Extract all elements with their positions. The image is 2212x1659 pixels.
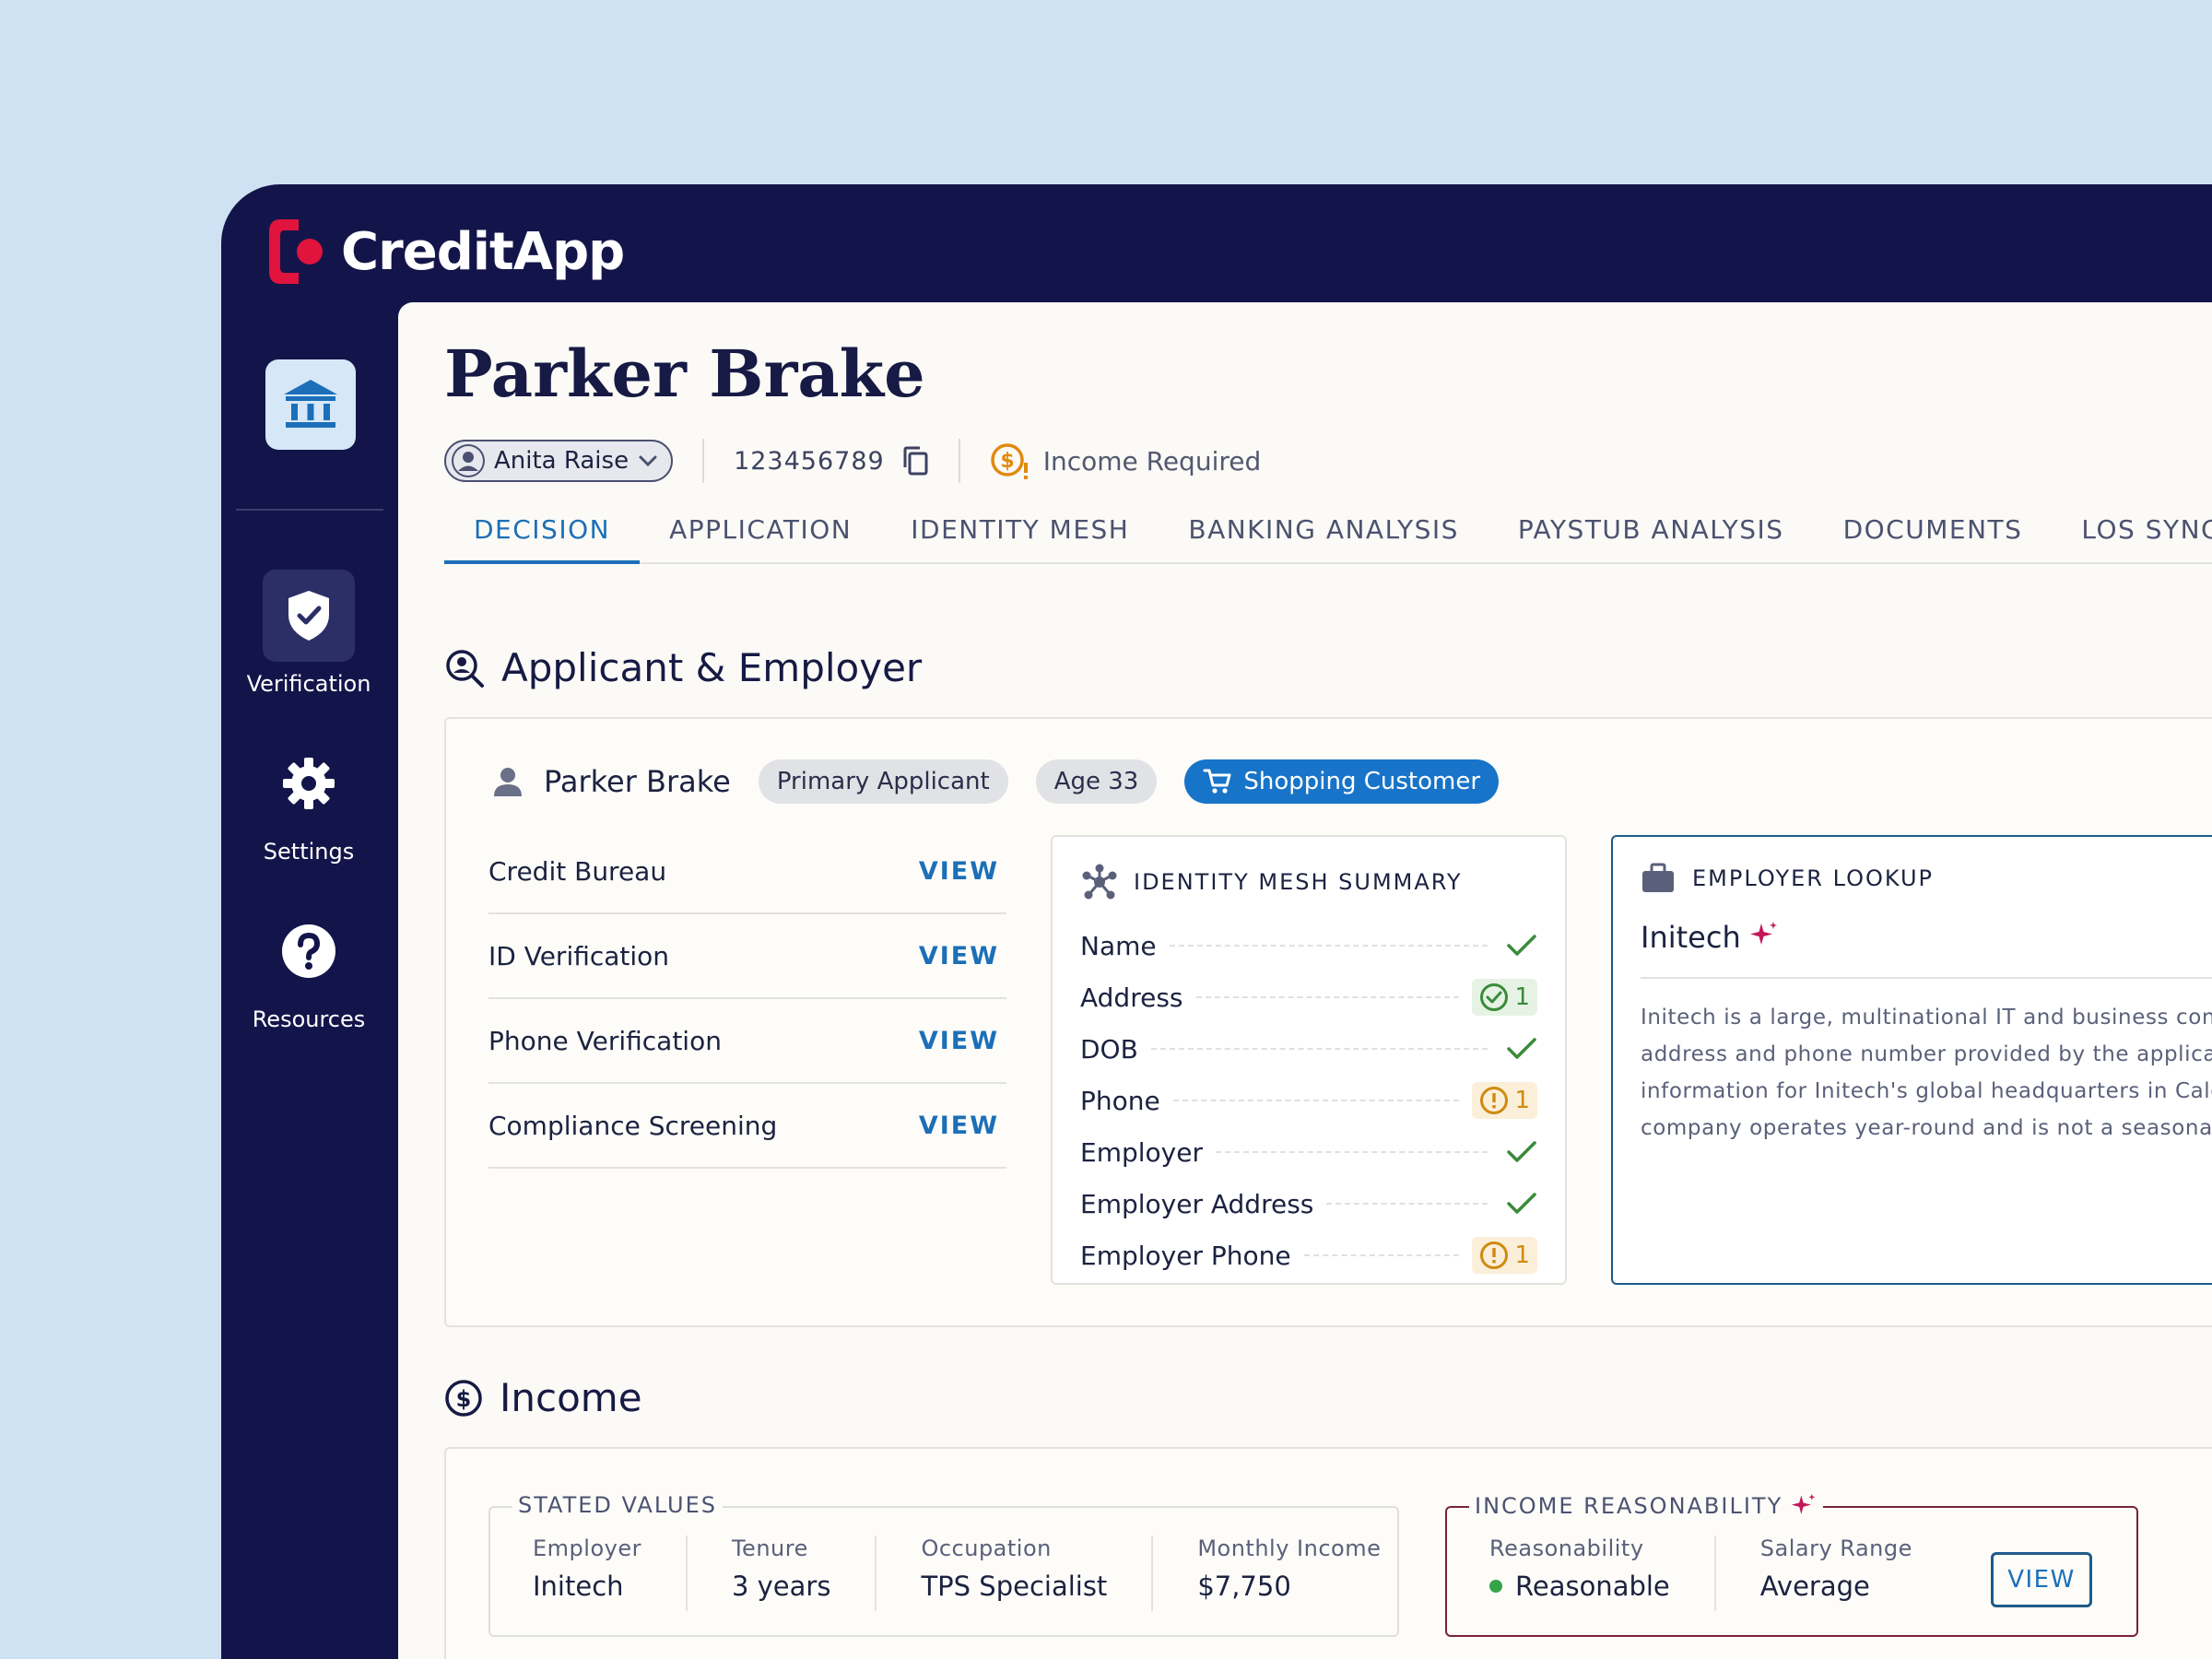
- tab-banking-analysis[interactable]: BANKING ANALYSIS: [1159, 509, 1488, 564]
- list-item: Address 1: [1080, 971, 1537, 1023]
- list-item: Employer Address: [1080, 1178, 1537, 1230]
- sidebar-item-label: Verification: [246, 671, 371, 697]
- list-item: Phone Verification VIEW: [488, 999, 1006, 1084]
- dollar-alert-icon: $: [990, 443, 1028, 479]
- view-id-verification-link[interactable]: VIEW: [919, 942, 1006, 971]
- stated-monthly-income: Monthly Income $7,750: [1197, 1535, 1382, 1602]
- brand-name: CreditApp: [341, 221, 625, 282]
- income-card: STATED VALUES Employer Initech Tenure 3 …: [444, 1447, 2212, 1659]
- sidebar-divider: [236, 509, 383, 511]
- assignee-dropdown[interactable]: Anita Raise: [444, 440, 674, 482]
- sidebar-item-settings[interactable]: Settings: [221, 737, 396, 865]
- sparkle-icon: [1792, 1493, 1816, 1514]
- list-item: Employer Phone 1: [1080, 1230, 1537, 1281]
- identity-mesh-rows: Name Address 1 DOB Phone 1 Employer Empl…: [1080, 920, 1537, 1281]
- assignee-name: Anita Raise: [494, 447, 629, 475]
- applicant-employer-card: Parker Brake Primary Applicant Age 33 Sh…: [444, 717, 2212, 1327]
- role-chip: Primary Applicant: [758, 759, 1008, 804]
- list-item: Employer: [1080, 1126, 1537, 1178]
- applicant-name: Parker Brake: [544, 764, 731, 799]
- alert-circle-icon: [1480, 1241, 1509, 1269]
- age-chip: Age 33: [1035, 759, 1158, 804]
- applicant-summary-row: Parker Brake Primary Applicant Age 33 Sh…: [492, 759, 1500, 804]
- account-number: 123456789: [734, 445, 929, 477]
- gear-icon: [283, 758, 335, 809]
- bank-icon: [284, 380, 337, 428]
- salary-range-value: Salary Range Average: [1759, 1535, 1912, 1602]
- help-icon: [282, 924, 335, 978]
- stated-tenure: Tenure 3 years: [688, 1535, 877, 1611]
- view-reasonability-button[interactable]: VIEW: [1991, 1552, 2092, 1607]
- briefcase-icon: [1642, 863, 1674, 892]
- stated-employer: Employer Initech: [490, 1535, 688, 1611]
- stated-values-group: STATED VALUES Employer Initech Tenure 3 …: [488, 1492, 1399, 1637]
- view-compliance-screening-link[interactable]: VIEW: [919, 1112, 1006, 1140]
- list-item: Credit Bureau VIEW: [488, 830, 1006, 914]
- list-item: ID Verification VIEW: [488, 914, 1006, 999]
- check-icon: [1507, 1141, 1536, 1162]
- list-item: DOB: [1080, 1023, 1537, 1075]
- check-circle-icon: [1480, 983, 1509, 1011]
- list-item: Compliance Screening VIEW: [488, 1084, 1006, 1169]
- section-heading-applicant: Applicant & Employer: [444, 645, 922, 690]
- cart-icon: [1203, 769, 1231, 794]
- alert-circle-icon: [1480, 1087, 1509, 1114]
- view-credit-bureau-link[interactable]: VIEW: [919, 857, 1006, 886]
- sidebar-item-resources[interactable]: Resources: [221, 905, 396, 1032]
- tab-bar: DECISION APPLICATION IDENTITY MESH BANKI…: [444, 509, 2212, 564]
- sidebar-item-label: Settings: [263, 839, 355, 865]
- identity-mesh-summary-card: IDENTITY MESH SUMMARY Name Address 1 DOB…: [1051, 835, 1567, 1285]
- list-item: Name: [1080, 920, 1537, 971]
- svg-text:$: $: [1000, 450, 1014, 473]
- employer-lookup-card: EMPLOYER LOOKUP Initech Initech is a lar…: [1611, 835, 2212, 1285]
- user-avatar-icon: [452, 444, 485, 477]
- sparkle-icon: [1749, 922, 1777, 945]
- income-reasonability-group: INCOME REASONABILITY Reasonability Reaso…: [1445, 1492, 2138, 1637]
- income-status: $ Income Required: [990, 441, 1261, 481]
- page-title: Parker Brake: [444, 335, 925, 412]
- network-icon: [1082, 864, 1117, 900]
- employer-name: Initech: [1641, 920, 1780, 955]
- status-dot: [1489, 1580, 1502, 1593]
- person-icon: [494, 768, 522, 796]
- tab-decision[interactable]: DECISION: [444, 509, 641, 564]
- check-icon: [1507, 1193, 1536, 1214]
- list-item: Phone 1: [1080, 1075, 1537, 1126]
- dollar-circle-icon: $: [445, 1379, 482, 1417]
- tab-documents[interactable]: DOCUMENTS: [1814, 509, 2053, 564]
- search-person-icon: [446, 649, 484, 688]
- tab-application[interactable]: APPLICATION: [640, 509, 881, 564]
- reasonability-value: Reasonability Reasonable: [1447, 1535, 1716, 1611]
- main-panel: Parker Brake Anita Raise 123456789 $ Inc…: [398, 302, 2212, 1659]
- section-heading-income: $ Income: [444, 1375, 642, 1420]
- creditapp-logo-icon: [265, 216, 328, 288]
- check-icon: [1507, 1038, 1536, 1059]
- svg-text:$: $: [456, 1386, 472, 1412]
- tab-identity-mesh[interactable]: IDENTITY MESH: [881, 509, 1159, 564]
- applicant-meta-bar: Anita Raise 123456789 $ Income Required: [444, 439, 1261, 483]
- shield-check-icon: [288, 591, 329, 641]
- sidebar-item-label: Resources: [252, 1006, 366, 1032]
- view-phone-verification-link[interactable]: VIEW: [919, 1027, 1006, 1055]
- institution-button[interactable]: [265, 359, 356, 450]
- segment-chip: Shopping Customer: [1184, 759, 1500, 804]
- sidebar-item-verification[interactable]: Verification: [221, 570, 396, 697]
- check-icon: [1507, 935, 1536, 956]
- chevron-down-icon: [639, 455, 657, 467]
- employer-description: Initech is a large, multinational IT and…: [1641, 1006, 2212, 1140]
- app-window: CreditApp Verification Settings Resource…: [221, 184, 2212, 1659]
- tab-paystub-analysis[interactable]: PAYSTUB ANALYSIS: [1488, 509, 1814, 564]
- tab-los-sync[interactable]: LOS SYNC: [2052, 509, 2212, 564]
- app-logo[interactable]: CreditApp: [265, 216, 625, 288]
- copy-icon[interactable]: [901, 445, 929, 477]
- verification-checks-list: Credit Bureau VIEW ID Verification VIEW …: [488, 830, 1006, 1169]
- stated-occupation: Occupation TPS Specialist: [877, 1535, 1154, 1611]
